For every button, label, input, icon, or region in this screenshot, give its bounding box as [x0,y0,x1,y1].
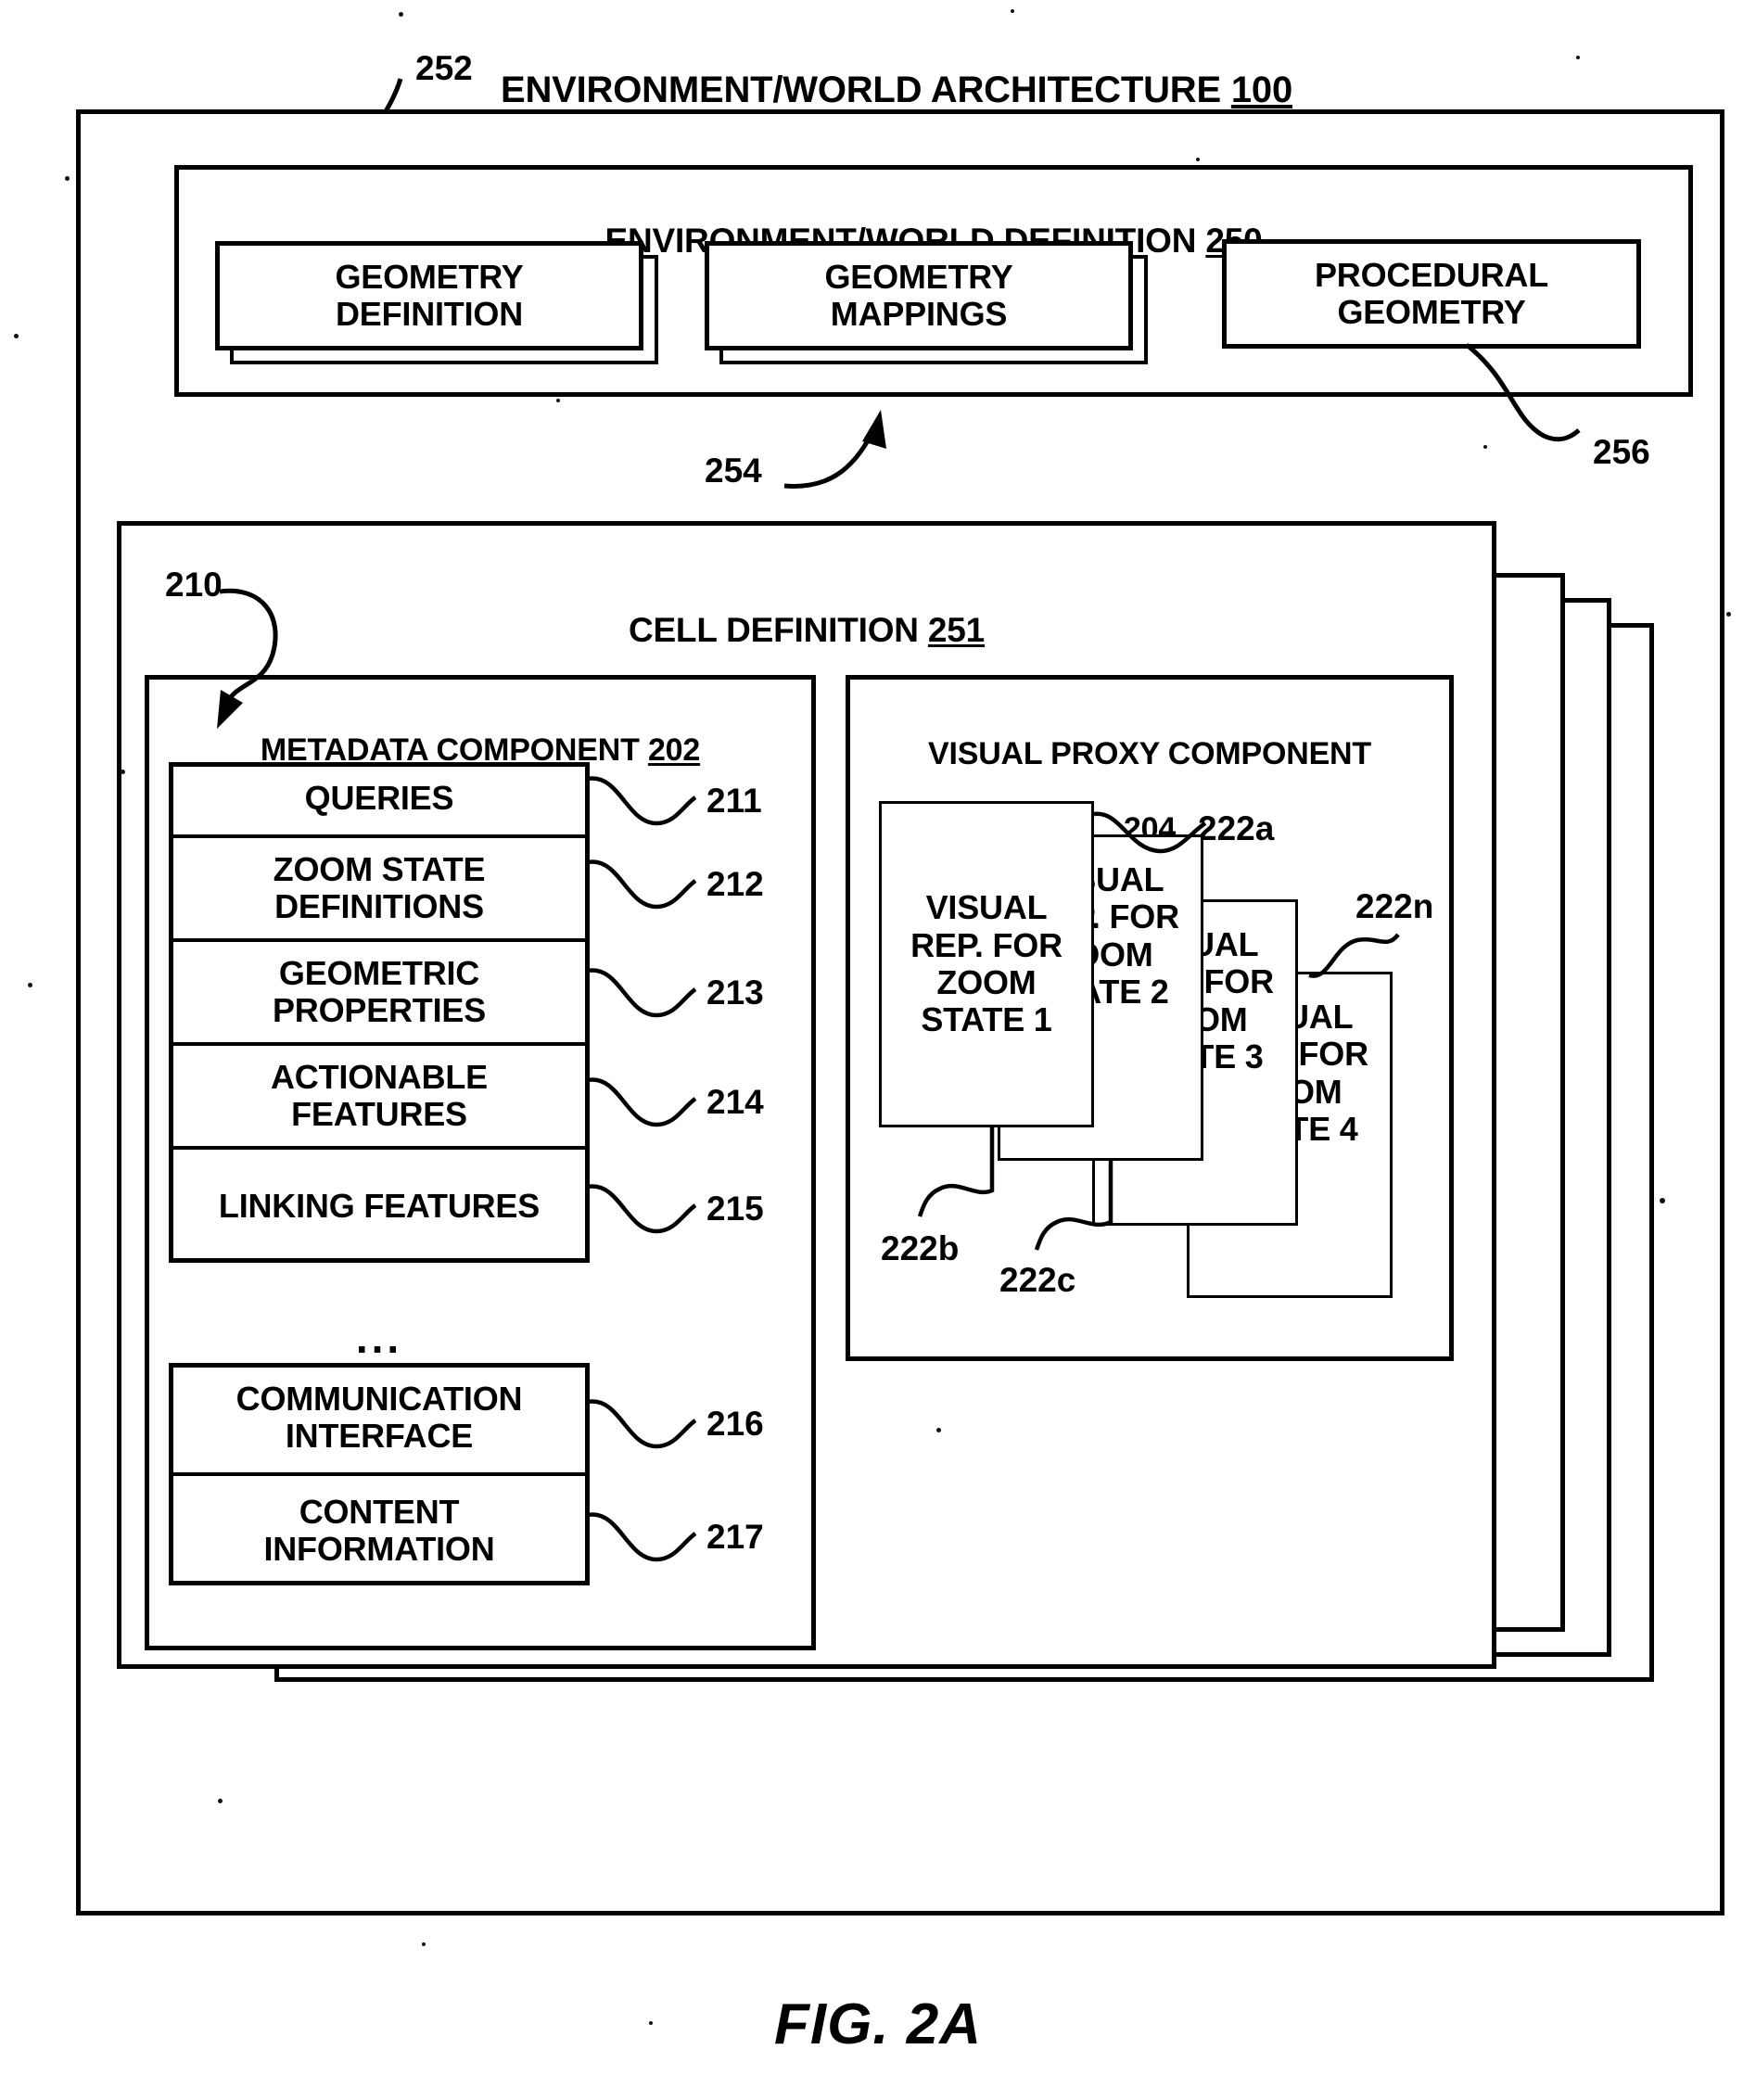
callout-256-label: 256 [1593,433,1650,471]
callout-212-label: 212 [706,865,764,903]
callout-212-leader [587,859,697,910]
callout-211-leader [587,776,697,826]
scan-speck [14,334,19,338]
metadata-row-label: LINKING FEATURES [218,1186,541,1225]
metadata-row-content-information[interactable]: CONTENT INFORMATION [169,1476,590,1585]
callout-222n-label: 222n [1355,887,1434,925]
metadata-row-queries[interactable]: QUERIES [169,762,590,838]
geometry-mappings-label: GEOMETRY MAPPINGS [824,257,1013,333]
metadata-row-linking-features[interactable]: LINKING FEATURES [169,1150,590,1263]
scan-speck [1726,612,1731,617]
callout-222b-label: 222b [881,1229,960,1267]
callout-215-label: 215 [706,1190,764,1228]
procedural-geometry-label: PROCEDURAL GEOMETRY [1314,255,1548,331]
scan-speck [218,1799,223,1803]
scan-speck [28,983,32,987]
callout-213-leader [587,968,697,1018]
metadata-row-label: ZOOM STATE DEFINITIONS [273,849,486,925]
metadata-row-actionable-features[interactable]: ACTIONABLE FEATURES [169,1046,590,1150]
architecture-title-ref: 100 [1230,69,1292,110]
callout-210-leader [217,588,278,729]
cell-definition-title-ref: 251 [927,611,986,650]
architecture-title: ENVIRONMENT/WORLD ARCHITECTURE 100 [501,28,1317,111]
architecture-title-text: ENVIRONMENT/WORLD ARCHITECTURE [501,69,1221,110]
callout-210-label: 210 [165,566,223,604]
callout-254-label: 254 [705,452,762,490]
metadata-row-communication-interface[interactable]: COMMUNICATION INTERFACE [169,1363,590,1476]
callout-217-label: 217 [706,1518,764,1556]
visual-proxy-component-title-text: VISUAL PROXY COMPONENT [928,735,1371,771]
scan-speck [1483,445,1487,449]
callout-216-label: 216 [706,1405,764,1443]
callout-254-leader [783,410,886,489]
metadata-row-label: COMMUNICATION INTERFACE [235,1379,523,1455]
callout-211-label: 211 [706,782,762,820]
callout-213-label: 213 [706,974,764,1012]
callout-214-leader [587,1077,697,1127]
callout-217-leader [587,1512,697,1562]
metadata-row-label: QUERIES [304,778,454,817]
scan-speck [556,399,560,402]
scan-speck [1011,9,1014,13]
callout-222c-leader [1034,1161,1113,1251]
callout-216-leader [587,1399,697,1449]
callout-222c-label: 222c [999,1261,1076,1299]
geometry-definition-box[interactable]: GEOMETRY DEFINITION [215,241,643,350]
metadata-row-geometric-properties[interactable]: GEOMETRIC PROPERTIES [169,942,590,1046]
scan-speck [936,1428,941,1432]
callout-222a-leader [1093,811,1207,854]
metadata-row-zoom-state-definitions[interactable]: ZOOM STATE DEFINITIONS [169,838,590,942]
figure-caption: FIG. 2A [773,1992,983,2056]
scan-speck [1660,1198,1665,1203]
scan-speck [1576,56,1580,59]
visual-rep-card-1[interactable]: VISUAL REP. FOR ZOOM STATE 1 [879,801,1094,1127]
metadata-component-title-ref: 202 [647,732,701,769]
scan-speck [1196,158,1200,161]
scan-speck [65,176,70,181]
metadata-row-label: CONTENT INFORMATION [263,1492,495,1568]
scan-speck [121,770,125,774]
metadata-ellipsis: ... [355,1314,403,1362]
metadata-row-label: GEOMETRIC PROPERTIES [272,953,487,1029]
scan-speck [649,2021,653,2025]
procedural-geometry-box[interactable]: PROCEDURAL GEOMETRY [1222,239,1641,349]
callout-214-label: 214 [706,1083,764,1121]
callout-222n-leader [1308,933,1400,978]
geometry-definition-label: GEOMETRY DEFINITION [335,257,524,333]
callout-215-leader [587,1184,697,1234]
cell-definition-title-text: CELL DEFINITION [628,611,919,650]
scan-speck [422,1942,426,1946]
metadata-row-label: ACTIONABLE FEATURES [271,1057,488,1133]
scan-speck [399,12,403,17]
visual-rep-card-1-label: VISUAL REP. FOR ZOOM STATE 1 [910,888,1063,1039]
geometry-mappings-box[interactable]: GEOMETRY MAPPINGS [705,241,1133,350]
